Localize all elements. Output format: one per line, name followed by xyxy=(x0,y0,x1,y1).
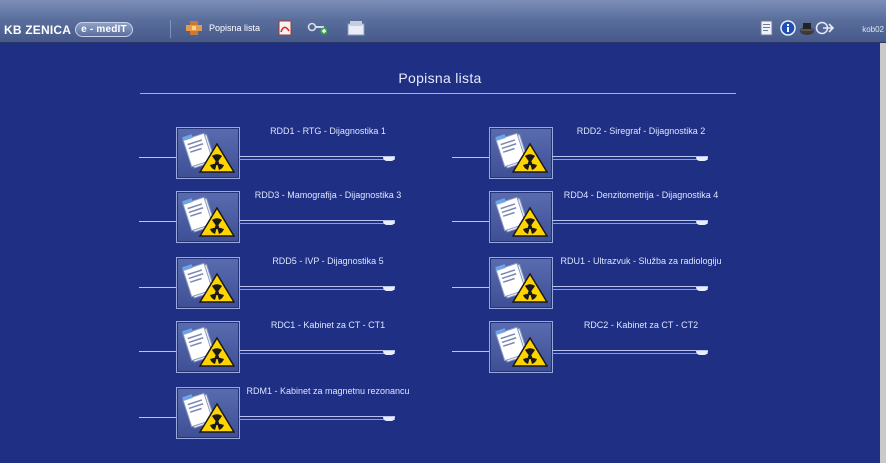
worklist-tile[interactable]: RDD5 - IVP - Dijagnostika 5 xyxy=(139,253,439,309)
tile-underline xyxy=(239,220,395,221)
tile-label[interactable]: RDM1 - Kabinet za magnetnu rezonancu xyxy=(243,386,413,397)
module-icon xyxy=(186,21,202,35)
tile-label[interactable]: RDU1 - Ultrazvuk - Služba za radiologiju xyxy=(556,256,726,267)
radiology-document-icon xyxy=(182,392,235,433)
key-button[interactable] xyxy=(307,19,327,37)
main-panel: Popisna lista RDD1 - RTG - Dijagnostika … xyxy=(0,43,886,463)
tile-underline-shadow xyxy=(552,223,708,224)
tile-icon-button[interactable] xyxy=(176,387,240,439)
tile-icon-button[interactable] xyxy=(489,127,553,179)
tile-icon-button[interactable] xyxy=(489,257,553,309)
radiology-document-icon xyxy=(495,262,548,303)
tile-connector xyxy=(139,157,177,158)
logout-button[interactable] xyxy=(815,19,835,37)
current-section-label[interactable]: Popisna lista xyxy=(209,23,260,33)
radiology-document-icon xyxy=(182,196,235,237)
tile-underline-shadow xyxy=(552,353,708,354)
worklist-tile[interactable]: RDC1 - Kabinet za CT - CT1 xyxy=(139,317,439,373)
tile-underline-shadow xyxy=(552,159,708,160)
tile-expand-handle[interactable] xyxy=(696,157,708,161)
brand-name: KB ZENICA xyxy=(4,22,72,37)
tile-connector xyxy=(139,351,177,352)
top-toolbar: KB ZENICA e - medIT Popisna lista kob02 xyxy=(0,0,886,43)
tile-connector xyxy=(452,351,490,352)
tile-icon-button[interactable] xyxy=(489,191,553,243)
tile-label[interactable]: RDD1 - RTG - Dijagnostika 1 xyxy=(243,126,413,137)
tile-underline xyxy=(239,156,395,157)
tile-underline xyxy=(552,156,708,157)
worklist-tile[interactable]: RDM1 - Kabinet za magnetnu rezonancu xyxy=(139,383,439,439)
tile-expand-handle[interactable] xyxy=(383,417,395,421)
tile-connector xyxy=(452,221,490,222)
folder-button[interactable] xyxy=(346,19,366,37)
worklist-tile[interactable]: RDC2 - Kabinet za CT - CT2 xyxy=(452,317,752,373)
tile-icon-button[interactable] xyxy=(176,127,240,179)
worklist-tile[interactable]: RDU1 - Ultrazvuk - Služba za radiologiju xyxy=(452,253,752,309)
tile-expand-handle[interactable] xyxy=(383,221,395,225)
radiology-document-icon xyxy=(495,196,548,237)
tile-connector xyxy=(452,157,490,158)
tile-underline-shadow xyxy=(552,289,708,290)
brand: KB ZENICA e - medIT xyxy=(4,22,133,37)
radiology-document-icon xyxy=(182,262,235,303)
tile-underline xyxy=(239,416,395,417)
user-name: kob02 xyxy=(862,25,884,34)
tile-label[interactable]: RDD4 - Denzitometrija - Dijagnostika 4 xyxy=(556,190,726,201)
folder-icon xyxy=(347,21,365,36)
user-icon xyxy=(800,23,814,35)
tile-label[interactable]: RDC2 - Kabinet za CT - CT2 xyxy=(556,320,726,331)
info-icon xyxy=(780,20,796,36)
tile-connector xyxy=(452,287,490,288)
info-button[interactable] xyxy=(778,19,798,37)
tile-expand-handle[interactable] xyxy=(383,157,395,161)
tile-label[interactable]: RDD2 - Siregraf - Dijagnostika 2 xyxy=(556,126,726,137)
tile-connector xyxy=(139,221,177,222)
tile-connector xyxy=(139,417,177,418)
logout-icon xyxy=(815,21,835,35)
tile-label[interactable]: RDD3 - Mamografija - Dijagnostika 3 xyxy=(243,190,413,201)
key-icon xyxy=(307,22,327,35)
title-divider xyxy=(140,93,736,94)
tile-label[interactable]: RDC1 - Kabinet za CT - CT1 xyxy=(243,320,413,331)
brand-sub: e - medIT xyxy=(75,22,133,37)
module-button[interactable] xyxy=(184,19,204,37)
tile-expand-handle[interactable] xyxy=(696,287,708,291)
pdf-button[interactable] xyxy=(275,19,295,37)
tile-expand-handle[interactable] xyxy=(383,287,395,291)
tile-underline-shadow xyxy=(239,159,395,160)
tile-label[interactable]: RDD5 - IVP - Dijagnostika 5 xyxy=(243,256,413,267)
tile-icon-button[interactable] xyxy=(176,257,240,309)
tile-icon-button[interactable] xyxy=(489,321,553,373)
report-button[interactable] xyxy=(757,19,777,37)
tile-underline-shadow xyxy=(239,353,395,354)
radiology-document-icon xyxy=(182,132,235,173)
tile-underline xyxy=(552,220,708,221)
tile-underline xyxy=(239,286,395,287)
radiology-document-icon xyxy=(182,326,235,367)
toolbar-separator xyxy=(170,20,171,38)
tile-underline-shadow xyxy=(239,419,395,420)
worklist-tile[interactable]: RDD3 - Mamografija - Dijagnostika 3 xyxy=(139,187,439,243)
tile-expand-handle[interactable] xyxy=(696,351,708,355)
tile-icon-button[interactable] xyxy=(176,321,240,373)
tile-expand-handle[interactable] xyxy=(696,221,708,225)
pdf-icon xyxy=(278,20,292,36)
worklist-tile[interactable]: RDD4 - Denzitometrija - Dijagnostika 4 xyxy=(452,187,752,243)
tile-underline-shadow xyxy=(239,223,395,224)
tile-expand-handle[interactable] xyxy=(383,351,395,355)
tile-underline-shadow xyxy=(239,289,395,290)
tile-underline xyxy=(552,350,708,351)
radiology-document-icon xyxy=(495,132,548,173)
worklist-tile[interactable]: RDD1 - RTG - Dijagnostika 1 xyxy=(139,123,439,179)
tile-underline xyxy=(552,286,708,287)
radiology-document-icon xyxy=(495,326,548,367)
report-icon xyxy=(760,20,773,36)
tile-underline xyxy=(239,350,395,351)
tile-connector xyxy=(139,287,177,288)
user-button[interactable] xyxy=(797,19,817,37)
page-title: Popisna lista xyxy=(398,70,482,86)
tile-icon-button[interactable] xyxy=(176,191,240,243)
worklist-tile[interactable]: RDD2 - Siregraf - Dijagnostika 2 xyxy=(452,123,752,179)
